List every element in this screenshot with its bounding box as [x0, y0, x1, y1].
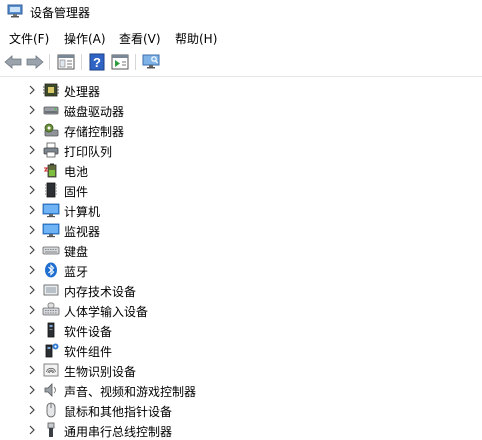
toolbar: ?	[0, 48, 482, 77]
tree-item-label: 存储控制器	[64, 125, 125, 139]
monitor-icon	[42, 223, 60, 238]
chevron-right-icon[interactable]	[28, 203, 36, 217]
biometric-icon	[43, 363, 59, 377]
tree-item-label: 通用串行总线控制器	[64, 425, 173, 439]
chevron-right-icon[interactable]	[28, 83, 36, 97]
run-button[interactable]	[110, 52, 130, 72]
tree-item-label: 磁盘驱动器	[64, 105, 125, 119]
tree-item-label: 固件	[64, 185, 89, 199]
back-button[interactable]	[3, 52, 23, 72]
tree-item-bluetooth[interactable]: 蓝牙	[0, 260, 482, 280]
toolbar-separator	[49, 54, 50, 70]
usb-icon	[47, 422, 55, 437]
tree-item-label: 计算机	[64, 205, 101, 219]
software-component-icon	[45, 343, 59, 358]
keyboard-icon	[42, 246, 60, 255]
chevron-right-icon[interactable]	[28, 343, 36, 357]
run-icon	[111, 54, 129, 70]
tree-item-keyboards[interactable]: 键盘	[0, 240, 482, 260]
menu-view[interactable]: 查看(V)	[119, 30, 161, 47]
tree-item-monitors[interactable]: 监视器	[0, 220, 482, 240]
chevron-right-icon[interactable]	[28, 223, 36, 237]
device-manager-icon	[7, 4, 23, 18]
monitor-icon	[142, 54, 160, 69]
tree-item-label: 处理器	[64, 85, 101, 99]
memory-device-icon	[43, 284, 59, 296]
tree-item-label: 打印队列	[64, 145, 113, 159]
chevron-right-icon[interactable]	[28, 283, 36, 297]
chevron-right-icon[interactable]	[28, 303, 36, 317]
chevron-right-icon[interactable]	[28, 183, 36, 197]
tree-item-batteries[interactable]: 电池	[0, 160, 482, 180]
processor-icon	[43, 83, 59, 97]
chevron-right-icon[interactable]	[28, 403, 36, 417]
tree-item-label: 电池	[64, 165, 89, 179]
tree-item-label: 生物识别设备	[64, 365, 137, 379]
menu-action[interactable]: 操作(A)	[64, 30, 106, 47]
tree-item-label: 人体学输入设备	[64, 305, 149, 319]
chevron-right-icon[interactable]	[28, 423, 36, 437]
forward-icon	[26, 55, 44, 69]
disk-drive-icon	[43, 106, 59, 115]
scan-hardware-button[interactable]	[141, 52, 161, 72]
forward-button[interactable]	[25, 52, 45, 72]
tree-item-print-queues[interactable]: 打印队列	[0, 140, 482, 160]
tree-item-label: 声音、视频和游戏控制器	[64, 385, 197, 399]
computer-icon	[42, 203, 60, 218]
menu-file[interactable]: 文件(F)	[9, 30, 49, 47]
tree-item-disk-drives[interactable]: 磁盘驱动器	[0, 100, 482, 120]
help-icon: ?	[89, 53, 105, 71]
chevron-right-icon[interactable]	[28, 263, 36, 277]
tree-item-human-interface-devices[interactable]: 人体学输入设备	[0, 300, 482, 320]
mouse-icon	[46, 402, 56, 418]
tree-item-label: 蓝牙	[64, 265, 89, 279]
chevron-right-icon[interactable]	[28, 143, 36, 157]
chevron-right-icon[interactable]	[28, 383, 36, 397]
storage-controller-icon	[44, 123, 59, 137]
tree-item-label: 软件设备	[64, 325, 113, 339]
tree-item-mice-pointing-devices[interactable]: 鼠标和其他指针设备	[0, 400, 482, 420]
toolbar-separator	[135, 54, 136, 70]
bluetooth-icon	[45, 262, 57, 278]
back-icon	[4, 55, 22, 69]
title-bar: 设备管理器	[0, 0, 482, 24]
menu-bar: 文件(F) 操作(A) 查看(V) 帮助(H)	[0, 26, 482, 48]
firmware-icon	[45, 182, 57, 198]
hid-icon	[42, 302, 60, 316]
tree-item-biometric-devices[interactable]: 生物识别设备	[0, 360, 482, 380]
software-device-icon	[47, 322, 55, 338]
chevron-right-icon[interactable]	[28, 323, 36, 337]
help-button[interactable]: ?	[87, 52, 107, 72]
printer-icon	[43, 142, 59, 158]
svg-text:?: ?	[93, 55, 101, 70]
tree-item-label: 软件组件	[64, 345, 113, 359]
properties-button[interactable]	[56, 52, 76, 72]
chevron-right-icon[interactable]	[28, 163, 36, 177]
chevron-right-icon[interactable]	[28, 363, 36, 377]
tree-item-processor[interactable]: 处理器	[0, 80, 482, 100]
window-title: 设备管理器	[30, 6, 91, 20]
device-tree: 处理器 磁盘驱动器 存储控制器 打印队列 电池 固件 计算机 监视器 键盘 蓝牙…	[0, 78, 482, 440]
tree-item-sound-video-game-controllers[interactable]: 声音、视频和游戏控制器	[0, 380, 482, 400]
tree-item-storage-controllers[interactable]: 存储控制器	[0, 120, 482, 140]
properties-icon	[57, 54, 75, 70]
tree-item-computer[interactable]: 计算机	[0, 200, 482, 220]
chevron-right-icon[interactable]	[28, 123, 36, 137]
tree-item-memory-technology-devices[interactable]: 内存技术设备	[0, 280, 482, 300]
chevron-right-icon[interactable]	[28, 103, 36, 117]
chevron-right-icon[interactable]	[28, 243, 36, 257]
toolbar-separator	[81, 54, 82, 70]
sound-icon	[44, 383, 56, 397]
tree-item-label: 内存技术设备	[64, 285, 137, 299]
tree-item-label: 键盘	[64, 245, 89, 259]
tree-item-usb-controllers[interactable]: 通用串行总线控制器	[0, 420, 482, 440]
menu-help[interactable]: 帮助(H)	[175, 30, 217, 47]
tree-item-label: 监视器	[64, 225, 101, 239]
tree-item-software-devices[interactable]: 软件设备	[0, 320, 482, 340]
tree-item-software-components[interactable]: 软件组件	[0, 340, 482, 360]
tree-item-firmware[interactable]: 固件	[0, 180, 482, 200]
battery-icon	[43, 163, 57, 178]
tree-item-label: 鼠标和其他指针设备	[64, 405, 173, 419]
